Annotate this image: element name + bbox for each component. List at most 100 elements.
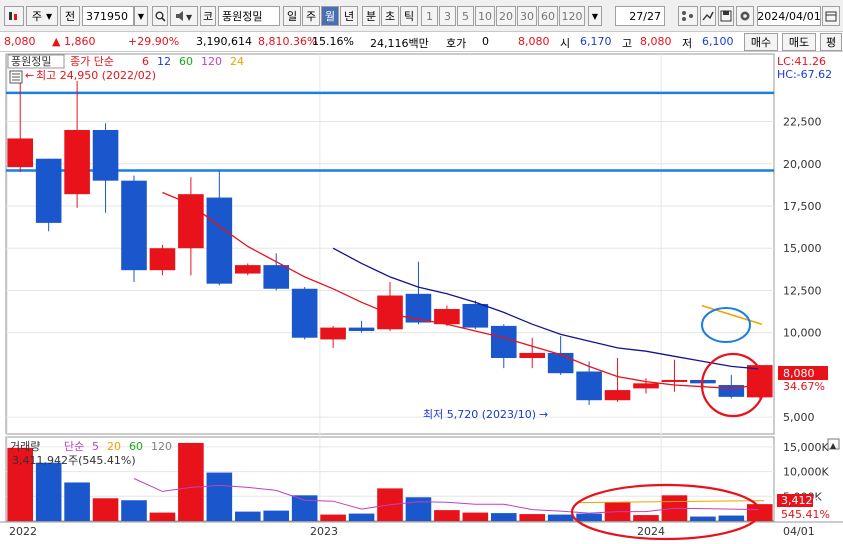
exchange-button[interactable]: 코 <box>200 6 216 26</box>
candle-body <box>121 180 147 271</box>
last-pct-label: 34.67% <box>783 380 825 393</box>
period-dropdown[interactable]: 주 ▼ <box>26 6 58 26</box>
tab-day[interactable]: 일 <box>283 6 301 26</box>
stock-chart[interactable]: 22,500 20,000 17,500 15,000 12,500 10,000 5,00… <box>0 52 843 544</box>
volume-panel-label: 거래량 <box>10 440 40 453</box>
x-end-label: 04/01 <box>783 525 815 538</box>
high-annotation: 최고 24,950 (2022/02) <box>36 69 156 82</box>
volume-bar <box>490 513 517 521</box>
candle-body <box>35 158 62 223</box>
volume-bar <box>718 515 745 521</box>
volume-bar <box>263 510 290 521</box>
price-y-tick: 10,000 <box>783 327 822 340</box>
open-label: 시 <box>560 37 571 50</box>
price-change: ▲ 1,860 <box>52 35 96 48</box>
volume-bar <box>690 516 716 521</box>
x-label-2024: 2024 <box>637 525 665 538</box>
quote-bar: 8,080 ▲ 1,860 +29.90% 3,190,614 8,810.36… <box>0 32 843 52</box>
quote-value: 0 <box>482 35 489 48</box>
volume-y-tick: 15,000K <box>783 441 829 454</box>
candle-body <box>434 309 460 325</box>
volume-bar <box>178 442 204 521</box>
candle-body <box>348 327 375 331</box>
current-price: 8,080 <box>4 35 36 48</box>
interval-button-10[interactable]: 10 <box>475 6 495 26</box>
volume-ma-legend-entry: 120 <box>151 440 172 453</box>
high-price: 8,080 <box>640 35 672 48</box>
candle-body <box>547 352 574 374</box>
avg-button[interactable]: 평 <box>820 33 842 51</box>
ma-legend-entry: 24 <box>230 55 244 68</box>
save-icon[interactable] <box>718 6 734 26</box>
price-panel-label: 풍원정밀 <box>11 55 51 68</box>
tab-week[interactable]: 주 <box>302 6 320 26</box>
ma-legend-prefix: 종가 단순 <box>70 55 114 68</box>
hc-label: HC:-67.62 <box>777 68 832 81</box>
candle-body <box>178 194 204 249</box>
code-dropdown-chevron-icon[interactable]: ▼ <box>134 6 148 26</box>
volume-bar <box>320 514 346 521</box>
candle-body <box>64 130 90 195</box>
sound-icon[interactable]: ▼ <box>170 6 198 26</box>
ma-legend-entry: 12 <box>157 55 171 68</box>
volume-bar <box>234 511 261 521</box>
x-label-2023: 2023 <box>310 525 338 538</box>
candle-body <box>320 327 346 340</box>
ma-legend-entry: 60 <box>179 55 193 68</box>
period-dropdown-label: 주 <box>31 10 42 23</box>
interval-button-5[interactable]: 5 <box>457 6 474 26</box>
tab-tick[interactable]: 틱 <box>400 6 418 26</box>
candle-body <box>604 390 631 401</box>
tab-year[interactable]: 년 <box>340 6 358 26</box>
price-y-tick: 12,500 <box>783 284 822 297</box>
volume-bar <box>35 462 62 521</box>
volume-bar <box>434 510 460 521</box>
lc-label: LC:41.26 <box>777 55 826 68</box>
stock-code-input[interactable]: 371950 <box>82 6 134 26</box>
tab-minute[interactable]: 분 <box>362 6 380 26</box>
interval-button-60[interactable]: 60 <box>538 6 558 26</box>
candle-body <box>519 352 546 358</box>
chevron-down-icon: ▼ <box>45 11 53 21</box>
price-y-tick: 17,500 <box>783 200 822 213</box>
candle-body <box>462 303 489 328</box>
interval-dropdown-chevron-icon[interactable]: ▼ <box>588 6 602 26</box>
interval-button-120[interactable]: 120 <box>559 6 585 26</box>
date-input[interactable]: 2024/04/01 <box>757 6 821 26</box>
gear-icon[interactable] <box>736 6 754 26</box>
buy-button[interactable]: 매수 <box>744 33 778 51</box>
volume-ma-legend-entry: 5 <box>92 440 99 453</box>
last-volume-pct: 545.41% <box>781 508 830 521</box>
volume-ma-legend-entry: 20 <box>107 440 121 453</box>
indicator-list-icon[interactable] <box>9 70 23 84</box>
sell-button[interactable]: 매도 <box>782 33 816 51</box>
volume-bar <box>149 512 176 521</box>
volume-bar <box>92 498 119 521</box>
drawing-tools-icon[interactable] <box>678 6 698 26</box>
volume-y-tick: 10,000K <box>783 466 829 479</box>
ma-legend-entry: 120 <box>201 55 222 68</box>
chart-type-icon[interactable] <box>4 6 24 26</box>
volume-bar <box>519 514 546 521</box>
last-price: 8,080 <box>518 35 550 48</box>
price-change-pct: +29.90% <box>128 35 180 48</box>
high-label: 고 <box>622 37 633 50</box>
svg-text:▲: ▲ <box>830 441 837 450</box>
interval-button-1[interactable]: 1 <box>421 6 438 26</box>
interval-button-30[interactable]: 30 <box>517 6 537 26</box>
volume-bar <box>547 514 574 521</box>
calendar-icon[interactable] <box>822 6 840 26</box>
trend-tool-icon[interactable] <box>700 6 716 26</box>
market-button[interactable]: 전 <box>60 6 80 26</box>
collapse-panel-icon[interactable]: ▲ <box>827 438 840 450</box>
interval-button-20[interactable]: 20 <box>496 6 516 26</box>
interval-button-3[interactable]: 3 <box>439 6 456 26</box>
low-arrow-icon: → <box>539 408 548 421</box>
tab-month[interactable]: 월 <box>321 6 339 26</box>
price-y-tick: 20,000 <box>783 158 822 171</box>
ma-legend-entry: 6 <box>142 55 149 68</box>
search-icon[interactable] <box>152 6 168 26</box>
stock-name-field[interactable]: 풍원정밀 <box>218 6 280 26</box>
page-counter: 27/27 <box>615 6 665 26</box>
tab-second[interactable]: 초 <box>381 6 399 26</box>
